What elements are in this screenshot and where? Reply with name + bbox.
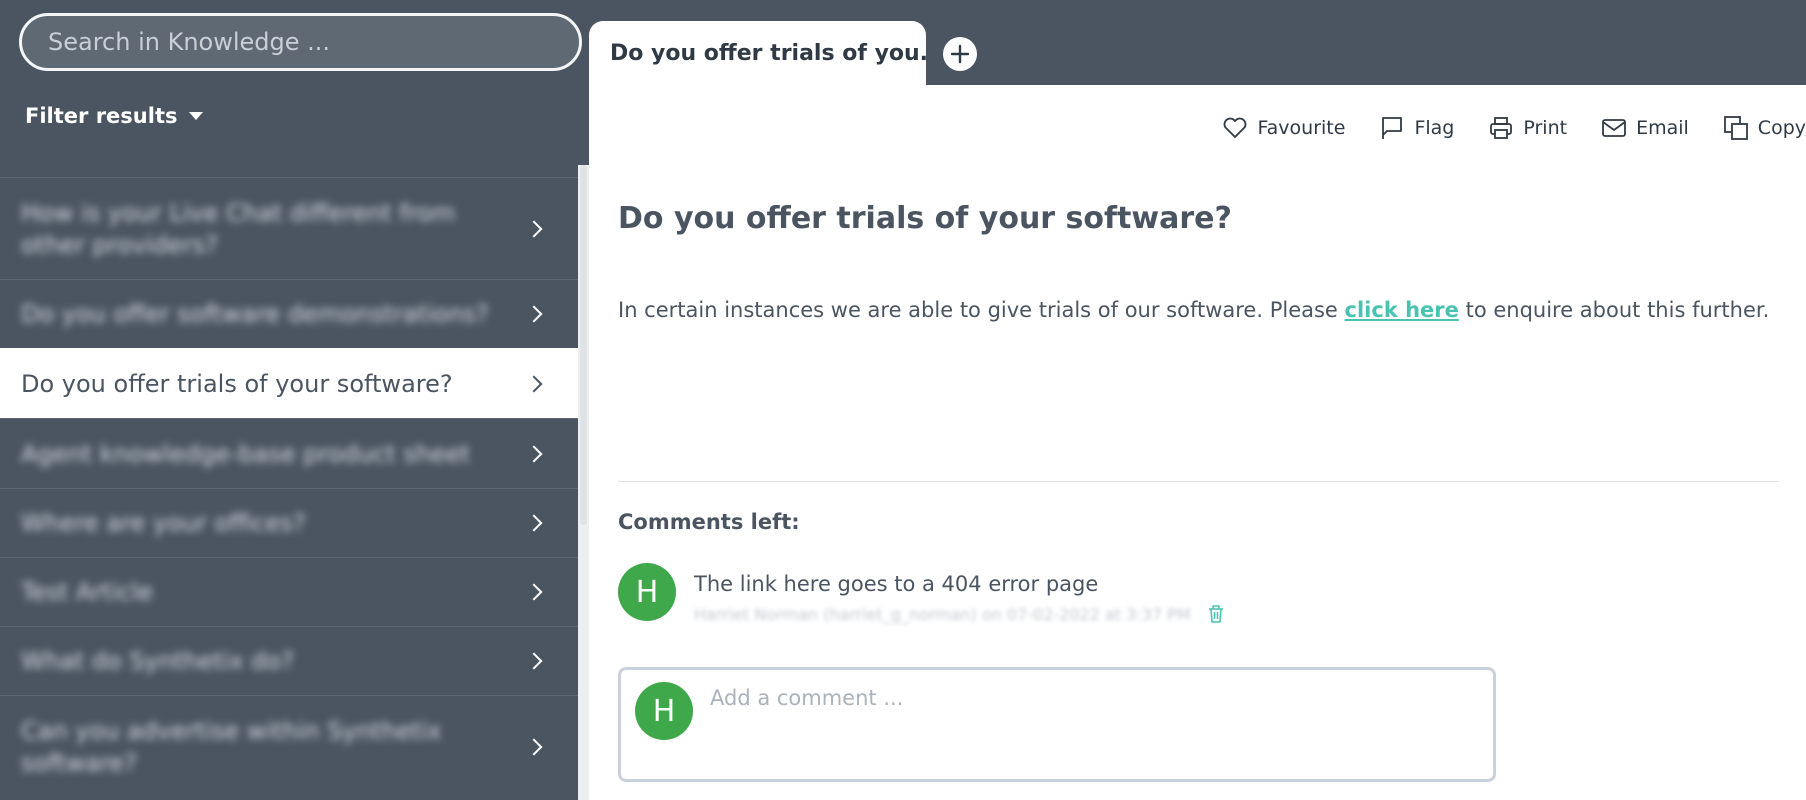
email-label: Email	[1636, 117, 1689, 139]
sidebar-item[interactable]: Do you offer software demonstrations?	[0, 279, 578, 348]
heart-icon	[1224, 117, 1247, 138]
chevron-right-icon	[525, 514, 543, 532]
flag-icon	[1382, 117, 1403, 139]
sidebar-item[interactable]: How is your Live Chat different from oth…	[0, 177, 578, 279]
article-body-text-end: to enquire about this further.	[1458, 298, 1770, 322]
filter-results-dropdown[interactable]: Filter results	[25, 104, 204, 128]
sidebar-item[interactable]: Agent knowledge-base product sheet	[0, 418, 578, 488]
comment-item: H The link here goes to a 404 error page…	[618, 563, 1225, 624]
flag-label: Flag	[1414, 117, 1455, 139]
article-body: In certain instances we are able to give…	[618, 298, 1769, 322]
chevron-right-icon	[525, 220, 543, 237]
flag-button[interactable]: Flag	[1379, 115, 1454, 141]
comments-heading: Comments left:	[618, 510, 800, 534]
sidebar-item[interactable]: Where are your offices?	[0, 488, 578, 557]
filter-results-label: Filter results	[25, 104, 178, 128]
add-comment-box[interactable]: H	[618, 667, 1496, 782]
sidebar-item-label: Agent knowledge-base product sheet	[21, 439, 470, 468]
printer-icon	[1490, 117, 1513, 139]
plus-icon	[950, 44, 970, 64]
sidebar-item-label: What do Synthetix do?	[21, 647, 294, 675]
article-toolbar: Favourite Flag Print Email Copy	[1222, 115, 1806, 141]
add-tab-button[interactable]	[943, 37, 977, 71]
comment-text: The link here goes to a 404 error page	[694, 572, 1099, 596]
chevron-right-icon	[525, 445, 543, 462]
chevron-right-icon	[525, 305, 543, 323]
sidebar-scroll-thumb[interactable]	[580, 165, 587, 525]
comment-meta: Harriet Norman (harriet_g_norman) on 07-…	[694, 604, 1191, 624]
tab-label: Do you offer trials of you...	[610, 41, 926, 66]
sidebar-item-label: Can you advertise within Synthetix softw…	[21, 716, 442, 777]
sidebar-item-label: Test Article	[21, 578, 153, 606]
trash-icon[interactable]	[1207, 604, 1225, 624]
print-label: Print	[1523, 117, 1568, 139]
email-button[interactable]: Email	[1601, 115, 1689, 141]
avatar: H	[635, 682, 693, 740]
search-box[interactable]	[19, 13, 582, 71]
copy-button[interactable]: Copy	[1723, 115, 1806, 141]
article-list: How is your Live Chat different from oth…	[0, 177, 578, 797]
caret-down-icon	[189, 112, 204, 120]
sidebar-item-label: Do you offer trials of your software?	[21, 369, 453, 398]
copy-icon	[1723, 116, 1748, 140]
sidebar-item-label: How is your Live Chat different from oth…	[21, 198, 456, 259]
print-button[interactable]: Print	[1488, 115, 1567, 141]
article-panel: Favourite Flag Print Email Copy Do you o…	[589, 85, 1806, 800]
search-input[interactable]	[46, 27, 579, 57]
comment-input[interactable]	[708, 682, 1479, 748]
chevron-right-icon	[525, 583, 543, 601]
sidebar-item-active[interactable]: Do you offer trials of your software?	[0, 348, 578, 418]
sidebar-item[interactable]: Test Article	[0, 557, 578, 626]
article-title: Do you offer trials of your software?	[618, 201, 1232, 236]
sidebar-item-label: Do you offer software demonstrations?	[21, 300, 489, 328]
favourite-button[interactable]: Favourite	[1222, 115, 1345, 141]
sidebar-item[interactable]: What do Synthetix do?	[0, 626, 578, 695]
chevron-right-icon	[525, 375, 543, 392]
copy-label: Copy	[1757, 117, 1806, 139]
tab-article[interactable]: Do you offer trials of you...	[589, 21, 926, 85]
avatar: H	[618, 563, 676, 621]
favourite-label: Favourite	[1257, 117, 1346, 139]
click-here-link[interactable]: click here	[1345, 298, 1459, 322]
divider	[618, 481, 1778, 482]
chevron-right-icon	[525, 652, 543, 670]
article-body-text: In certain instances we are able to give…	[618, 298, 1345, 322]
envelope-icon	[1602, 119, 1626, 137]
chevron-right-icon	[525, 738, 543, 755]
sidebar-item[interactable]: Can you advertise within Synthetix softw…	[0, 695, 578, 797]
sidebar-item-label: Where are your offices?	[21, 509, 306, 537]
sidebar: Filter results How is your Live Chat dif…	[0, 0, 582, 800]
